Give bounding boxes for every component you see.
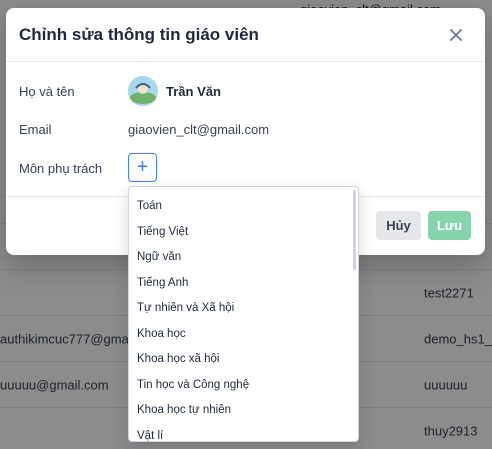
dropdown-option[interactable]: Khoa học — [137, 328, 186, 340]
close-icon[interactable] — [445, 24, 467, 46]
email-label: Email — [19, 122, 52, 137]
dropdown-option[interactable]: Toán — [137, 200, 162, 212]
save-button[interactable]: Lưu — [428, 211, 471, 240]
dropdown-option[interactable]: Tự nhiên và Xã hội — [137, 302, 234, 314]
dropdown-scrollbar[interactable] — [353, 190, 356, 270]
modal-title: Chỉnh sửa thông tin giáo viên — [19, 25, 259, 44]
dropdown-option[interactable]: Tiếng Việt — [137, 226, 188, 238]
dropdown-option[interactable]: Tin học và Công nghệ — [137, 379, 249, 391]
dropdown-option[interactable]: Tiếng Anh — [137, 277, 188, 289]
avatar — [128, 76, 158, 106]
email-value: giaovien_clt@gmail.com — [128, 122, 270, 137]
name-label: Họ và tên — [19, 84, 75, 99]
modal-header: Chỉnh sửa thông tin giáo viên — [6, 8, 485, 62]
add-subject-button[interactable]: + — [128, 153, 157, 182]
teacher-name: Trần Văn — [166, 84, 221, 99]
dropdown-option[interactable]: Khoa học xã hội — [137, 353, 219, 365]
subject-label: Môn phụ trách — [19, 161, 103, 176]
plus-icon: + — [136, 156, 149, 178]
dropdown-option[interactable]: Ngữ văn — [137, 251, 181, 263]
dropdown-option[interactable]: Khoa học tự nhiên — [137, 404, 231, 416]
cancel-button[interactable]: Hủy — [376, 211, 421, 240]
dropdown-option[interactable]: Vật lí — [137, 430, 163, 441]
subject-dropdown[interactable]: Toán Tiếng Việt Ngữ văn Tiếng Anh Tự nhi… — [128, 186, 359, 442]
